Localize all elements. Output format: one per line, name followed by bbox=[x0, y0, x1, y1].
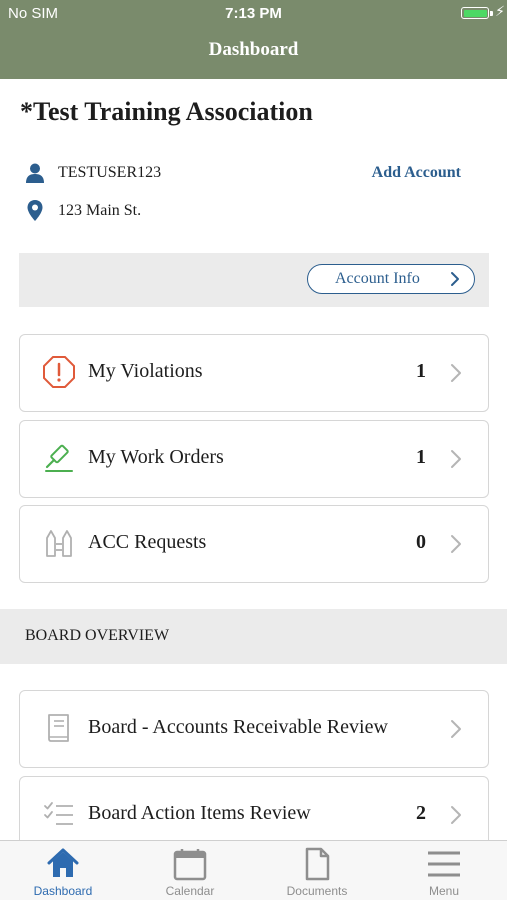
chevron-right-icon bbox=[450, 719, 462, 744]
battery-icon bbox=[461, 7, 489, 19]
add-account-link[interactable]: Add Account bbox=[372, 164, 461, 182]
card-my-work-orders[interactable]: My Work Orders 1 bbox=[19, 420, 489, 498]
home-icon bbox=[47, 848, 79, 877]
battery-tip bbox=[490, 11, 493, 16]
tab-label: Dashboard bbox=[33, 884, 93, 898]
location-pin-icon bbox=[26, 199, 44, 228]
acc-request-icon bbox=[42, 526, 76, 560]
status-bar: No SIM 7:13 PM ⚡︎ bbox=[0, 0, 507, 28]
checklist-icon bbox=[42, 797, 76, 831]
tab-menu[interactable]: Menu bbox=[381, 841, 507, 901]
board-overview-header: BOARD OVERVIEW bbox=[0, 609, 507, 664]
gavel-icon bbox=[42, 441, 76, 475]
card-count: 0 bbox=[416, 531, 426, 553]
card-board-accounts-receivable[interactable]: Board - Accounts Receivable Review bbox=[19, 690, 489, 768]
document-icon bbox=[305, 847, 330, 881]
card-label: My Violations bbox=[88, 360, 203, 382]
chevron-right-icon bbox=[450, 534, 462, 559]
page-title: Dashboard bbox=[208, 39, 299, 60]
top-header: No SIM 7:13 PM ⚡︎ Dashboard bbox=[0, 0, 507, 79]
card-count: 1 bbox=[416, 360, 426, 382]
card-label: My Work Orders bbox=[88, 446, 224, 468]
calendar-icon bbox=[173, 849, 207, 881]
tab-dashboard[interactable]: Dashboard bbox=[0, 841, 126, 901]
alert-octagon-icon bbox=[42, 355, 76, 389]
chevron-right-icon bbox=[450, 271, 460, 292]
card-label: Board - Accounts Receivable Review bbox=[88, 716, 388, 738]
association-name: *Test Training Association bbox=[20, 97, 313, 126]
user-row: TESTUSER123 Add Account bbox=[24, 162, 484, 186]
card-my-violations[interactable]: My Violations 1 bbox=[19, 334, 489, 412]
user-icon bbox=[24, 162, 46, 189]
tab-bar: Dashboard Calendar Documents Menu bbox=[0, 840, 507, 900]
status-time: 7:13 PM bbox=[225, 5, 282, 22]
tab-label: Documents bbox=[286, 884, 348, 898]
account-info-button[interactable]: Account Info bbox=[307, 264, 475, 294]
tab-label: Calendar bbox=[165, 884, 215, 898]
card-label: ACC Requests bbox=[88, 531, 207, 553]
tab-documents[interactable]: Documents bbox=[254, 841, 380, 901]
book-icon bbox=[42, 711, 76, 745]
card-label: Board Action Items Review bbox=[88, 802, 311, 824]
account-info-label: Account Info bbox=[335, 270, 420, 287]
chevron-right-icon bbox=[450, 363, 462, 388]
chevron-right-icon bbox=[450, 449, 462, 474]
card-acc-requests[interactable]: ACC Requests 0 bbox=[19, 505, 489, 583]
card-count: 2 bbox=[416, 802, 426, 824]
charging-icon: ⚡︎ bbox=[495, 3, 505, 19]
username: TESTUSER123 bbox=[58, 164, 162, 181]
account-info-band: Account Info bbox=[19, 253, 489, 307]
tab-calendar[interactable]: Calendar bbox=[127, 841, 253, 901]
tab-label: Menu bbox=[428, 884, 460, 898]
menu-icon bbox=[428, 851, 460, 877]
section-title: BOARD OVERVIEW bbox=[25, 627, 170, 644]
card-count: 1 bbox=[416, 446, 426, 468]
address-text: 123 Main St. bbox=[58, 202, 142, 219]
chevron-right-icon bbox=[450, 805, 462, 830]
